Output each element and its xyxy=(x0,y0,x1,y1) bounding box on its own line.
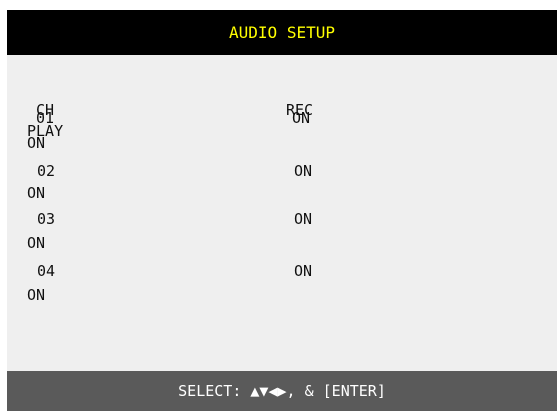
channel-02-rec-value[interactable]: ON xyxy=(294,163,312,179)
channel-02-play-value[interactable]: ON xyxy=(27,185,45,201)
channel-04-rec-value[interactable]: ON xyxy=(294,263,312,279)
channel-01-label: 01 xyxy=(36,109,55,127)
navigation-hint: SELECT: ▲▼◀▶, & [ENTER] xyxy=(178,382,386,400)
page-title: AUDIO SETUP xyxy=(229,23,335,42)
channel-01-play-value[interactable]: ON xyxy=(27,135,45,151)
channel-03-rec-value[interactable]: ON xyxy=(294,211,312,227)
channel-03-label: 03 xyxy=(37,210,56,228)
channel-02-label: 02 xyxy=(37,162,56,180)
title-bar: AUDIO SETUP xyxy=(7,10,557,55)
audio-setup-screen: AUDIO SETUP CH PLAY REC 01 ON ON 02 ON O… xyxy=(7,10,557,411)
channel-04-label: 04 xyxy=(37,262,56,280)
footer-bar: SELECT: ▲▼◀▶, & [ENTER] xyxy=(7,371,557,411)
channel-01-rec-value[interactable]: ON xyxy=(292,110,310,126)
channel-04-play-value[interactable]: ON xyxy=(27,287,45,303)
channel-03-play-value[interactable]: ON xyxy=(27,235,45,251)
